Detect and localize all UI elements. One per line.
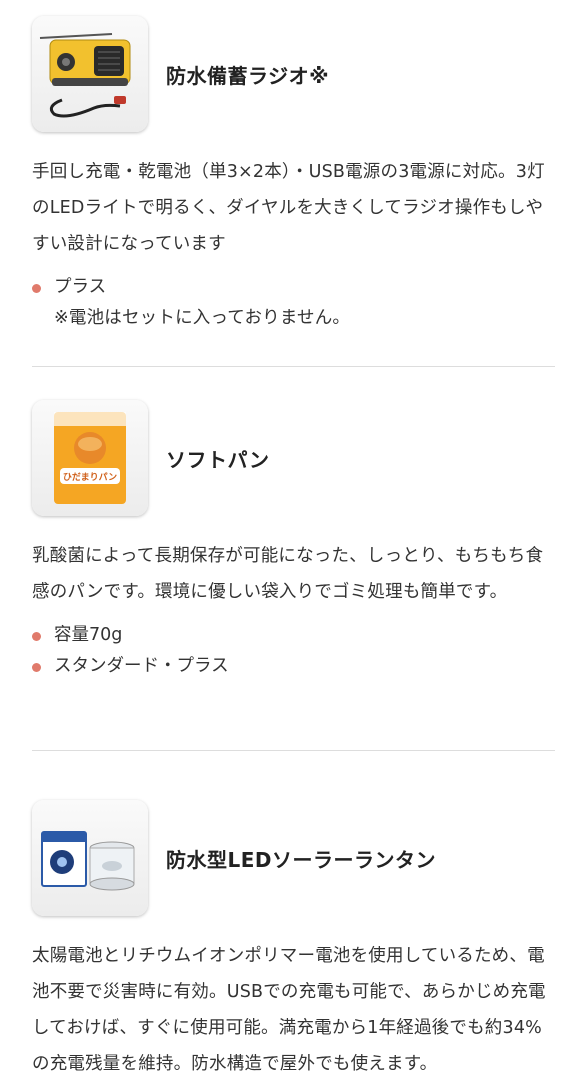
separator xyxy=(32,750,555,751)
spec-item: スタンダード・プラス xyxy=(32,651,587,682)
product-title: 防水備蓄ラジオ※ xyxy=(166,63,330,88)
product-spec-list: 容量70g スタンダード・プラス xyxy=(32,620,587,682)
product-description: 手回し充電・乾電池（単3×2本）・USB電源の3電源に対応。3灯のLEDライトで… xyxy=(32,162,545,254)
product-description: 乳酸菌によって長期保存が可能になった、しっとり、もちもち食感のパンです。環境に優… xyxy=(32,546,544,602)
product-title: ソフトパン xyxy=(166,447,270,472)
product-solar-lantern: 防水型LEDソーラーランタン 太陽電池とリチウムイオンポリマー電池を使用している… xyxy=(0,798,587,1082)
product-description: 太陽電池とリチウムイオンポリマー電池を使用しているため、電池不要で災害時に有効。… xyxy=(32,946,546,1074)
spec-label: プラス xyxy=(54,277,107,297)
lantern-image xyxy=(32,800,148,916)
product-header: 防水備蓄ラジオ※ xyxy=(0,14,587,134)
spec-label: 容量70g xyxy=(54,625,123,645)
separator xyxy=(32,366,555,367)
product-header: ひだまりパン ソフトパン xyxy=(0,398,587,518)
radio-image xyxy=(32,16,148,132)
product-header: 防水型LEDソーラーランタン xyxy=(0,798,587,918)
product-note: ※電池はセットに入っておりません。 xyxy=(54,308,351,328)
product-spec-list: プラス xyxy=(32,272,587,303)
product-title: 防水型LEDソーラーランタン xyxy=(166,847,437,872)
spec-label: スタンダード・プラス xyxy=(54,656,229,676)
bread-package-image: ひだまりパン xyxy=(32,400,148,516)
spec-item: プラス xyxy=(32,272,587,303)
product-radio: 防水備蓄ラジオ※ 手回し充電・乾電池（単3×2本）・USB電源の3電源に対応。3… xyxy=(0,14,587,333)
package-text: ひだまりパン xyxy=(63,471,117,483)
product-soft-bread: ひだまりパン ソフトパン 乳酸菌によって長期保存が可能になった、しっとり、もちも… xyxy=(0,398,587,682)
spec-item: 容量70g xyxy=(32,620,587,651)
